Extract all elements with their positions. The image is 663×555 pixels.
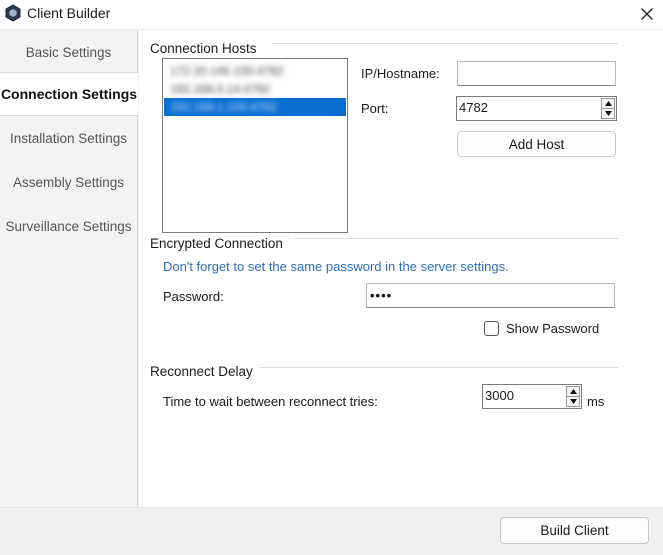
ip-hostname-input[interactable] (457, 61, 616, 86)
build-client-button[interactable]: Build Client (500, 517, 649, 544)
port-decrement-button[interactable] (601, 109, 615, 119)
port-label: Port: (361, 101, 389, 116)
title-bar: Client Builder (0, 0, 663, 30)
sidebar-item-label: Surveillance Settings (5, 218, 132, 234)
sidebar-item-label: Basic Settings (25, 44, 112, 60)
sidebar-item-label: Assembly Settings (12, 174, 125, 190)
delay-increment-button[interactable] (566, 386, 580, 397)
down-arrow-icon (604, 111, 612, 116)
reconnect-delay-stepper[interactable]: 3000 (482, 384, 582, 409)
encrypted-connection-title: Encrypted Connection (150, 236, 283, 251)
sidebar-item-label: Connection Settings (0, 86, 138, 102)
sidebar-item-basic-settings[interactable]: Basic Settings (0, 30, 137, 74)
port-increment-button[interactable] (601, 98, 615, 109)
port-value: 4782 (459, 100, 488, 115)
group-divider (272, 43, 618, 44)
window-title: Client Builder (27, 5, 111, 21)
up-arrow-icon (604, 101, 612, 106)
app-hexagon-icon (4, 4, 22, 22)
add-host-label: Add Host (508, 136, 565, 152)
sidebar-item-assembly-settings[interactable]: Assembly Settings (0, 160, 137, 204)
sidebar-item-installation-settings[interactable]: Installation Settings (0, 116, 137, 160)
connection-hosts-title: Connection Hosts (150, 41, 257, 56)
close-icon (640, 7, 654, 24)
sidebar-item-connection-settings[interactable]: Connection Settings (0, 72, 138, 116)
close-button[interactable] (630, 0, 663, 30)
sidebar-item-surveillance-settings[interactable]: Surveillance Settings (0, 204, 137, 248)
password-input[interactable] (366, 283, 615, 308)
host-list-item-label: 192.168.1.100:4782 (170, 100, 277, 114)
group-divider (260, 367, 618, 368)
hosts-listbox[interactable]: 172.20.145.155:4782 192.168.0.14:4782 19… (162, 58, 348, 233)
reconnect-delay-title: Reconnect Delay (150, 364, 253, 379)
build-client-label: Build Client (540, 523, 609, 538)
add-host-button[interactable]: Add Host (457, 131, 616, 157)
password-label: Password: (163, 289, 224, 304)
host-list-item-selected[interactable]: 192.168.1.100:4782 (164, 98, 346, 116)
sidebar-item-label: Installation Settings (9, 130, 128, 146)
reconnect-delay-unit: ms (587, 394, 605, 409)
up-arrow-icon (569, 389, 577, 394)
show-password-label[interactable]: Show Password (506, 321, 599, 336)
show-password-checkbox[interactable] (484, 321, 499, 336)
host-list-item[interactable]: 172.20.145.155:4782 (164, 62, 346, 80)
host-list-item[interactable]: 192.168.0.14:4782 (164, 80, 346, 98)
connection-settings-panel: Connection Hosts 172.20.145.155:4782 192… (139, 30, 663, 507)
settings-sidebar: Basic Settings Connection Settings Insta… (0, 30, 138, 507)
reconnect-delay-value: 3000 (485, 388, 514, 403)
reconnect-delay-label: Time to wait between reconnect tries: (163, 394, 378, 409)
password-hint: Don't forget to set the same password in… (163, 259, 509, 274)
down-arrow-icon (569, 399, 577, 404)
group-divider (295, 238, 618, 239)
delay-decrement-button[interactable] (566, 397, 580, 407)
port-stepper[interactable]: 4782 (456, 96, 617, 121)
dialog-footer: Build Client (0, 507, 663, 555)
ip-hostname-label: IP/Hostname: (361, 66, 440, 81)
